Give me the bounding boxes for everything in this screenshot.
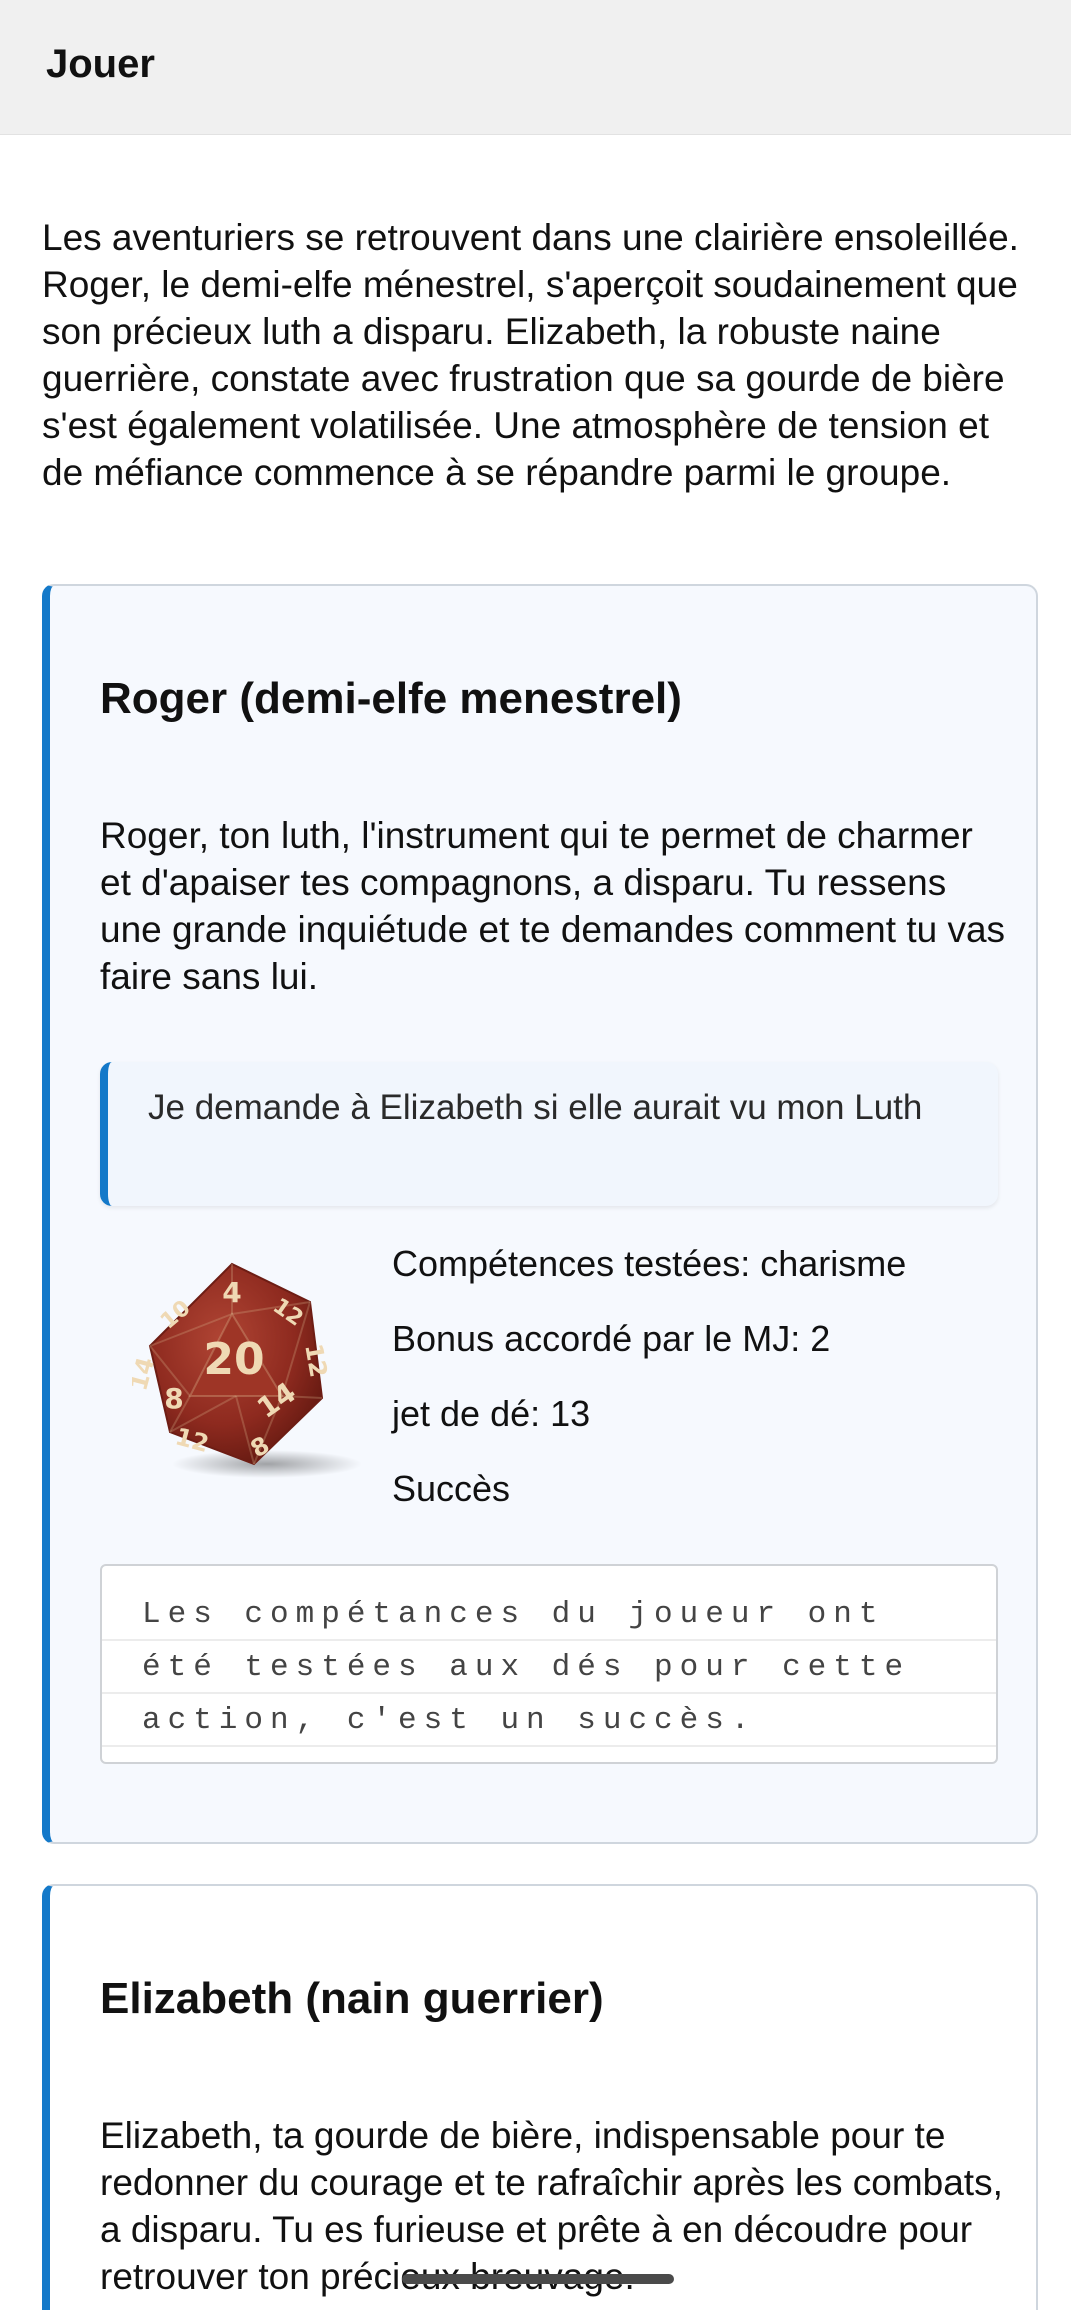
die-face-number: 12 [299,1342,332,1380]
die-face-number: 8 [164,1382,183,1415]
tested-skills: Compétences testées: charisme [392,1243,907,1284]
story-intro: Les aventuriers se retrouvent dans une c… [42,217,1019,493]
player-action-quote: Je demande à Elizabeth si elle aurait vu… [100,1062,998,1206]
gm-bonus: Bonus accordé par le MJ: 2 [392,1318,831,1359]
character-narration: Roger, ton luth, l'instrument qui te per… [100,815,1006,997]
turn-card-roger: Roger (demi-elfe menestrel) Roger, ton l… [42,584,1038,1844]
scroll-indicator[interactable] [402,2274,674,2284]
roll-result: Succès [392,1468,511,1509]
play-page: Jouer Les aventuriers se retrouvent dans… [0,0,1071,2310]
gm-note: Les compétances du joueur ont été testée… [100,1564,998,1764]
die-face-number: 4 [222,1276,241,1309]
page-title: Jouer [46,42,155,86]
character-narration: Elizabeth, ta gourde de bière, indispens… [100,2115,1003,2297]
d20-die-icon: 20 4 14 8 12 8 12 14 10 12 [124,1258,362,1488]
dice-roll: jet de dé: 13 [392,1393,591,1434]
top-app-bar: Jouer [0,0,1071,135]
die-face-number: 20 [203,1334,264,1385]
roll-stats: Compétences testées: charisme Bonus acco… [392,1226,1012,1526]
character-name: Elizabeth (nain guerrier) [100,1974,604,2023]
character-name: Roger (demi-elfe menestrel) [100,674,682,723]
turn-card-elizabeth: Elizabeth (nain guerrier) Elizabeth, ta … [42,1884,1038,2310]
